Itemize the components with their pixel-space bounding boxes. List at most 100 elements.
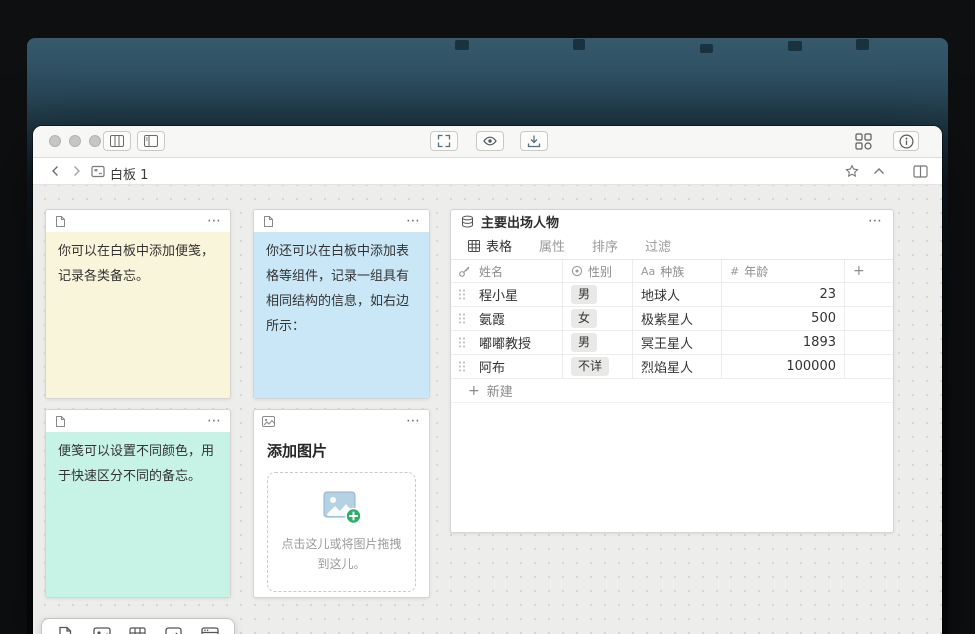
back-button[interactable] [49,164,61,178]
zoom-button[interactable] [89,135,101,147]
whiteboard-icon [91,165,105,178]
add-table-button[interactable] [129,626,147,634]
note-text[interactable]: 便笺可以设置不同颜色，用于快速区分不同的备忘。 [46,432,230,597]
note-text[interactable]: 你可以在白板中添加便笺，记录各类备忘。 [46,232,230,398]
minimize-button[interactable] [69,135,81,147]
expand-icon [437,134,451,148]
gender-tag: 不详 [571,357,609,375]
dropzone-caption: 点击这儿或将图片拖拽到这儿。 [280,534,403,575]
cell-gender[interactable]: 不详 [563,355,633,378]
image-card[interactable]: ⋯ 添加图片 点击这儿或将图片拖拽到这儿。 [253,409,430,598]
toggle-sidebar-button[interactable] [137,131,165,151]
preview-button[interactable] [476,131,504,151]
add-image-button[interactable] [93,626,111,634]
toggle-left-panel-button[interactable] [103,131,131,151]
plus-icon: + [468,384,480,398]
more-icon[interactable]: ⋯ [406,414,421,428]
export-button[interactable] [520,131,548,151]
tab-properties[interactable]: 属性 [539,236,565,255]
drag-handle-icon[interactable] [458,288,466,301]
more-icon[interactable]: ⋯ [207,414,222,428]
info-button[interactable] [893,131,919,151]
cell-race[interactable]: 极紫星人 [633,307,722,330]
table-row[interactable]: 氨霞 女 极紫星人 500 [451,307,893,331]
add-widget-button[interactable] [201,626,219,634]
cell-gender[interactable]: 女 [563,307,633,330]
data-table: 姓名 性别 Aa 种族 # [451,259,893,379]
tab-filter[interactable]: 过滤 [645,236,671,255]
favorite-button[interactable] [845,164,859,178]
add-column-button[interactable]: + [845,260,893,282]
column-header-race[interactable]: Aa 种族 [633,260,722,282]
document-icon [54,415,66,428]
column-label: 性别 [588,263,612,280]
tab-label: 属性 [539,236,565,255]
browser-window-icon [201,627,219,634]
image-card-header: ⋯ [254,410,429,432]
table-card[interactable]: 主要出场人物 ⋯ 表格 属性 排序 过滤 [450,209,894,533]
cell-name[interactable]: 嘟嘟教授 [451,331,563,354]
cell-age[interactable]: 500 [722,307,845,330]
star-icon [845,164,859,178]
chevron-right-icon [71,164,83,178]
more-icon[interactable]: ⋯ [868,214,883,228]
drag-handle-icon[interactable] [458,336,466,349]
split-view-button[interactable] [913,165,928,178]
column-header-gender[interactable]: 性别 [563,260,633,282]
add-todo-button[interactable] [165,626,183,634]
widgets-button[interactable] [851,131,875,151]
cell-age[interactable]: 23 [722,283,845,306]
note-card-blue[interactable]: ⋯ 你还可以在白板中添加表格等组件，记录一组具有相同结构的信息，如右边所示： [253,209,430,399]
app-window: 白板 1 [33,126,942,634]
number-type-icon: # [730,265,739,278]
name-value: 阿布 [479,357,505,376]
drag-handle-icon[interactable] [458,312,466,325]
image-dropzone[interactable]: 点击这儿或将图片拖拽到这儿。 [267,472,416,592]
image-icon [93,627,111,634]
add-note-button[interactable] [57,626,75,634]
add-row-button[interactable]: + 新建 [451,379,893,403]
note-card-header: ⋯ [254,210,429,232]
close-button[interactable] [49,135,61,147]
table-row[interactable]: 嘟嘟教授 男 冥王星人 1893 [451,331,893,355]
sidebar-icon [144,135,158,147]
cell-gender[interactable]: 男 [563,283,633,306]
column-label: 种族 [660,263,684,280]
tab-table[interactable]: 表格 [468,236,512,255]
chevron-left-icon [49,164,61,178]
cell-empty [845,307,893,330]
cell-gender[interactable]: 男 [563,331,633,354]
drag-handle-icon[interactable] [458,360,466,373]
more-icon[interactable]: ⋯ [207,214,222,228]
cell-race[interactable]: 地球人 [633,283,722,306]
menubar-glyph [788,41,802,51]
cell-race[interactable]: 烈焰星人 [633,355,722,378]
cell-age[interactable]: 100000 [722,355,845,378]
more-icon[interactable]: ⋯ [406,214,421,228]
gender-tag: 女 [571,309,597,327]
tab-sort[interactable]: 排序 [592,236,618,255]
checkbox-icon [165,627,183,634]
cell-age[interactable]: 1893 [722,331,845,354]
note-text[interactable]: 你还可以在白板中添加表格等组件，记录一组具有相同结构的信息，如右边所示： [254,232,429,398]
column-header-name[interactable]: 姓名 [451,260,563,282]
split-view-icon [913,165,928,178]
tab-title[interactable]: 白板 1 [110,164,148,183]
collapse-button[interactable] [872,166,886,176]
table-row[interactable]: 程小星 男 地球人 23 [451,283,893,307]
cell-name[interactable]: 阿布 [451,355,563,378]
cell-name[interactable]: 程小星 [451,283,563,306]
note-card-header: ⋯ [46,410,230,432]
table-row[interactable]: 阿布 不详 烈焰星人 100000 [451,355,893,379]
whiteboard-canvas[interactable]: ⋯ 你可以在白板中添加便笺，记录各类备忘。 ⋯ 你还可以在白板中添加表格等组件，… [33,185,942,634]
note-card-yellow[interactable]: ⋯ 你可以在白板中添加便笺，记录各类备忘。 [45,209,231,399]
column-header-age[interactable]: # 年龄 [722,260,845,282]
canvas-toolbar [41,618,235,634]
note-card-teal[interactable]: ⋯ 便笺可以设置不同颜色，用于快速区分不同的备忘。 [45,409,231,598]
cell-race[interactable]: 冥王星人 [633,331,722,354]
cell-name[interactable]: 氨霞 [451,307,563,330]
download-icon [527,134,541,148]
fit-screen-button[interactable] [430,131,458,151]
forward-button[interactable] [71,164,83,178]
add-image-icon [321,490,363,525]
